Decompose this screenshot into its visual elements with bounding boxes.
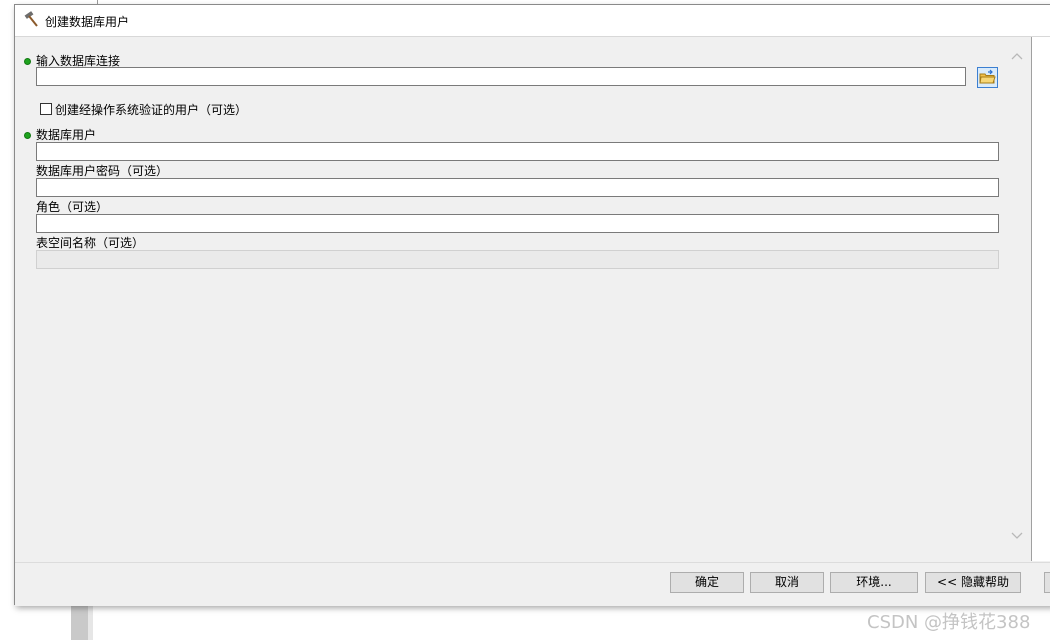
environments-button[interactable]: 环境... bbox=[830, 572, 918, 593]
parameter-form: 输入数据库连接 创建经操作系统验证的用户（可选） 数据库用户 数据库用户密码（可… bbox=[15, 37, 1015, 561]
db-password-label: 数据库用户密码（可选） bbox=[36, 164, 169, 178]
background-scrollbar bbox=[71, 600, 88, 640]
hide-help-button[interactable]: << 隐藏帮助 bbox=[925, 572, 1021, 593]
os-auth-label: 创建经操作系统验证的用户（可选） bbox=[55, 103, 248, 117]
chevron-up-icon[interactable] bbox=[1011, 52, 1023, 60]
cancel-button[interactable]: 取消 bbox=[750, 572, 824, 593]
tool-help-button[interactable] bbox=[1044, 572, 1050, 593]
create-database-user-dialog: 创建数据库用户 输入数据库连接 创建经操作系统验证的用户（可选） 数据库用户 数… bbox=[14, 4, 1050, 606]
db-user-field[interactable] bbox=[36, 142, 999, 161]
os-auth-checkbox[interactable] bbox=[40, 103, 52, 115]
help-panel bbox=[1031, 37, 1050, 561]
window-title: 创建数据库用户 bbox=[45, 15, 130, 29]
title-bar[interactable]: 创建数据库用户 bbox=[15, 5, 1050, 37]
ok-button[interactable]: 确定 bbox=[670, 572, 744, 593]
required-indicator-icon bbox=[24, 132, 31, 139]
vertical-scrollbar[interactable] bbox=[1007, 38, 1023, 560]
db-user-label: 数据库用户 bbox=[36, 128, 97, 142]
role-field[interactable] bbox=[36, 214, 999, 233]
role-label: 角色（可选） bbox=[36, 200, 109, 214]
hammer-icon bbox=[24, 11, 38, 27]
chevron-down-icon[interactable] bbox=[1011, 532, 1023, 540]
browse-button[interactable] bbox=[977, 67, 998, 88]
input-connection-field[interactable] bbox=[36, 67, 966, 86]
background-window-edge bbox=[88, 600, 93, 640]
db-password-field[interactable] bbox=[36, 178, 999, 197]
tablespace-label: 表空间名称（可选） bbox=[36, 236, 145, 250]
tablespace-field[interactable] bbox=[36, 250, 999, 269]
folder-icon bbox=[979, 69, 996, 84]
watermark: CSDN @挣钱花388 bbox=[867, 612, 1031, 633]
required-indicator-icon bbox=[24, 58, 31, 65]
